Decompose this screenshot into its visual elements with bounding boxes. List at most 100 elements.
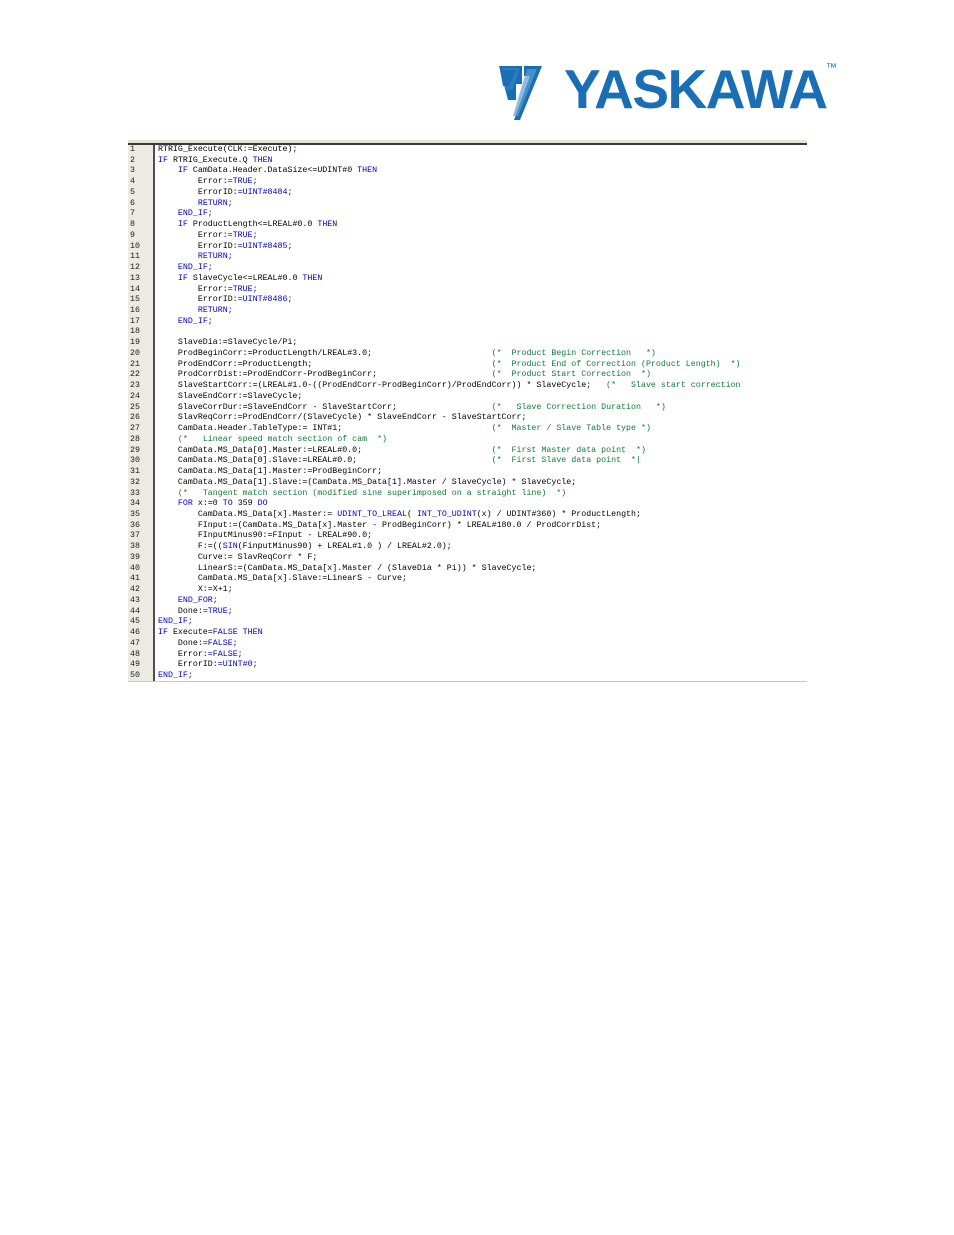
code-identifier: Execute= (172, 628, 213, 638)
code-keyword: THEN (357, 166, 378, 176)
line-number: 48 (130, 649, 140, 659)
code-line: 24 SlaveEndCorr:=SlaveCycle; (128, 392, 807, 403)
line-number: 17 (130, 316, 140, 326)
code-line-text: RETURN; (152, 306, 233, 317)
code-line-text: END_IF; (152, 263, 213, 274)
code-identifier: (x) / UDINT#360) * ProductLength; (476, 509, 641, 519)
code-line-text: IF SlaveCycle<=LREAL#0.0 THEN (152, 274, 322, 285)
code-line: 13 IF SlaveCycle<=LREAL#0.0 THEN (128, 274, 807, 285)
code-identifier: x:=0 (197, 499, 223, 509)
code-identifier: (FinputMinus90) + LREAL#1.0 ) / LREAL#2.… (237, 542, 452, 552)
line-number: 29 (130, 445, 140, 455)
line-number: 7 (130, 209, 135, 219)
line-number: 44 (130, 606, 140, 616)
code-line-text: FInput:=(CamData.MS_Data[x].Master - Pro… (152, 521, 601, 532)
code-line: 15 ErrorID:=UINT#8486; (128, 295, 807, 306)
line-number: 46 (130, 628, 140, 638)
code-line-text: CamData.MS_Data[x].Slave:=LinearS - Curv… (152, 574, 407, 585)
code-keyword: IF (158, 155, 173, 165)
code-line-text: SlaveEndCorr:=SlaveCycle; (152, 392, 302, 403)
code-identifier (158, 252, 198, 261)
code-comment: (* First Slave data point *| (491, 456, 641, 466)
code-line: 16 RETURN; (128, 306, 807, 317)
code-line-text: Error:=TRUE; (152, 177, 258, 188)
line-number: 45 (130, 617, 140, 627)
code-identifier: ErrorID: (158, 660, 218, 670)
code-line-text: FInputMinus90:=FInput - LREAL#90.0; (152, 531, 372, 542)
code-identifier (158, 489, 178, 498)
code-line: 8 IF ProductLength<=LREAL#0.0 THEN (128, 220, 807, 231)
line-number: 19 (130, 338, 140, 348)
code-line-text: CamData.MS_Data[x].Master:= UDINT_TO_LRE… (152, 510, 641, 521)
code-keyword: IF (177, 273, 193, 283)
code-keyword: =TRUE; (227, 177, 258, 187)
line-number: 27 (130, 424, 140, 434)
code-line: 43 END_FOR; (128, 596, 807, 607)
code-keyword: FOR (177, 499, 198, 509)
line-number: 5 (130, 187, 135, 197)
code-keyword: IF (158, 628, 173, 638)
line-number: 33 (130, 488, 140, 498)
line-number: 49 (130, 660, 140, 670)
code-line-text: Curve:= SlavReqCorr * F; (152, 552, 318, 564)
line-number: 24 (130, 391, 140, 401)
code-line-text: CamData.MS_Data[1].Master:=ProdBeginCorr… (152, 467, 382, 478)
code-identifier (158, 209, 178, 218)
line-number: 38 (130, 542, 140, 552)
code-line: 28 (* Linear speed match section of cam … (128, 435, 807, 446)
code-line-text: F:=((SIN(FinputMinus90) + LREAL#1.0 ) / … (152, 542, 452, 553)
code-line: 18 (128, 327, 807, 338)
line-number: 12 (130, 263, 140, 273)
code-identifier: ( (406, 509, 417, 519)
code-line: 29 CamData.MS_Data[0].Master:=LREAL#0.0;… (128, 446, 807, 457)
code-line-text: IF ProductLength<=LREAL#0.0 THEN (152, 220, 337, 231)
code-line-text: LinearS:=(CamData.MS_Data[x].Master / (S… (152, 563, 537, 575)
code-line-text: (* Tangent match section (modified sine … (152, 489, 566, 500)
line-number: 15 (130, 295, 140, 305)
line-number: 32 (130, 477, 140, 487)
code-identifier: Error: (158, 284, 228, 294)
code-line: 30 CamData.MS_Data[0].Slave:=LREAL#0.0; … (128, 456, 807, 467)
code-identifier: Done: (158, 606, 203, 616)
code-line: 49 ErrorID:=UINT#0; (128, 660, 807, 671)
code-line: 9 Error:=TRUE; (128, 231, 807, 242)
code-line-text: CamData.MS_Data[0].Slave:=LREAL#0.0; (* … (152, 456, 641, 467)
code-line: 33 (* Tangent match section (modified si… (128, 489, 807, 500)
line-number: 39 (130, 552, 140, 562)
line-number: 23 (130, 381, 140, 391)
code-identifier: LinearS:=(CamData.MS_Data[x].Master / (S… (158, 563, 537, 573)
code-keyword: THEN (317, 220, 338, 230)
code-keyword: ; (292, 145, 298, 154)
code-comment: (* Slave Correction Duration *) (491, 402, 666, 412)
code-line: 20 ProdBeginCorr:=ProductLength/LREAL#3.… (128, 349, 807, 360)
code-identifier: ErrorID: (158, 295, 238, 305)
code-line-text: SlaveCorrDur:=SlaveEndCorr - SlaveStartC… (152, 403, 666, 414)
code-line: 41 CamData.MS_Data[x].Slave:=LinearS - C… (128, 574, 807, 585)
code-line: 2 IF RTRIG_Execute.Q THEN (128, 156, 807, 167)
code-keyword: UDINT_TO_LREAL (337, 509, 407, 519)
code-line: 27 CamData.Header.TableType:= INT#1; (* … (128, 424, 807, 435)
line-number: 9 (130, 230, 135, 240)
code-line: 36 FInput:=(CamData.MS_Data[x].Master - … (128, 521, 807, 532)
code-identifier: Curve:= SlavReqCorr * F; (158, 552, 318, 562)
code-keyword: =FALSE; (202, 638, 238, 648)
code-line: 50 END_IF; (128, 671, 807, 682)
code-line: 22 ProdCorrDist:=ProdEndCorr-ProdBeginCo… (128, 370, 807, 381)
line-number: 35 (130, 509, 140, 519)
code-identifier: CamData.Header.DataSize<=UDINT#0 (192, 166, 358, 176)
code-line-text: SlaveStartCorr:=(LREAL#1.0-((ProdEndCorr… (152, 381, 741, 392)
code-line-text: (* Linear speed match section of cam *) (152, 435, 387, 446)
code-identifier: X:=X+1; (158, 585, 233, 595)
code-line-text: CamData.MS_Data[1].Slave:=(CamData.MS_Da… (152, 478, 576, 489)
code-line-text: Error:=TRUE; (152, 231, 258, 242)
code-identifier: Done: (158, 638, 203, 648)
code-line: 39 Curve:= SlavReqCorr * F; (128, 553, 807, 564)
code-line: 19 SlaveDia:=SlaveCycle/Pi; (128, 338, 807, 349)
code-identifier (158, 435, 178, 444)
code-line-text: RETURN; (152, 252, 233, 263)
code-keyword: END_FOR; (177, 595, 218, 605)
code-comment: (* First Master data point *) (491, 445, 646, 455)
code-line: 42 X:=X+1; (128, 585, 807, 596)
code-line-text: END_IF; (152, 671, 193, 682)
line-number: 43 (130, 595, 140, 605)
